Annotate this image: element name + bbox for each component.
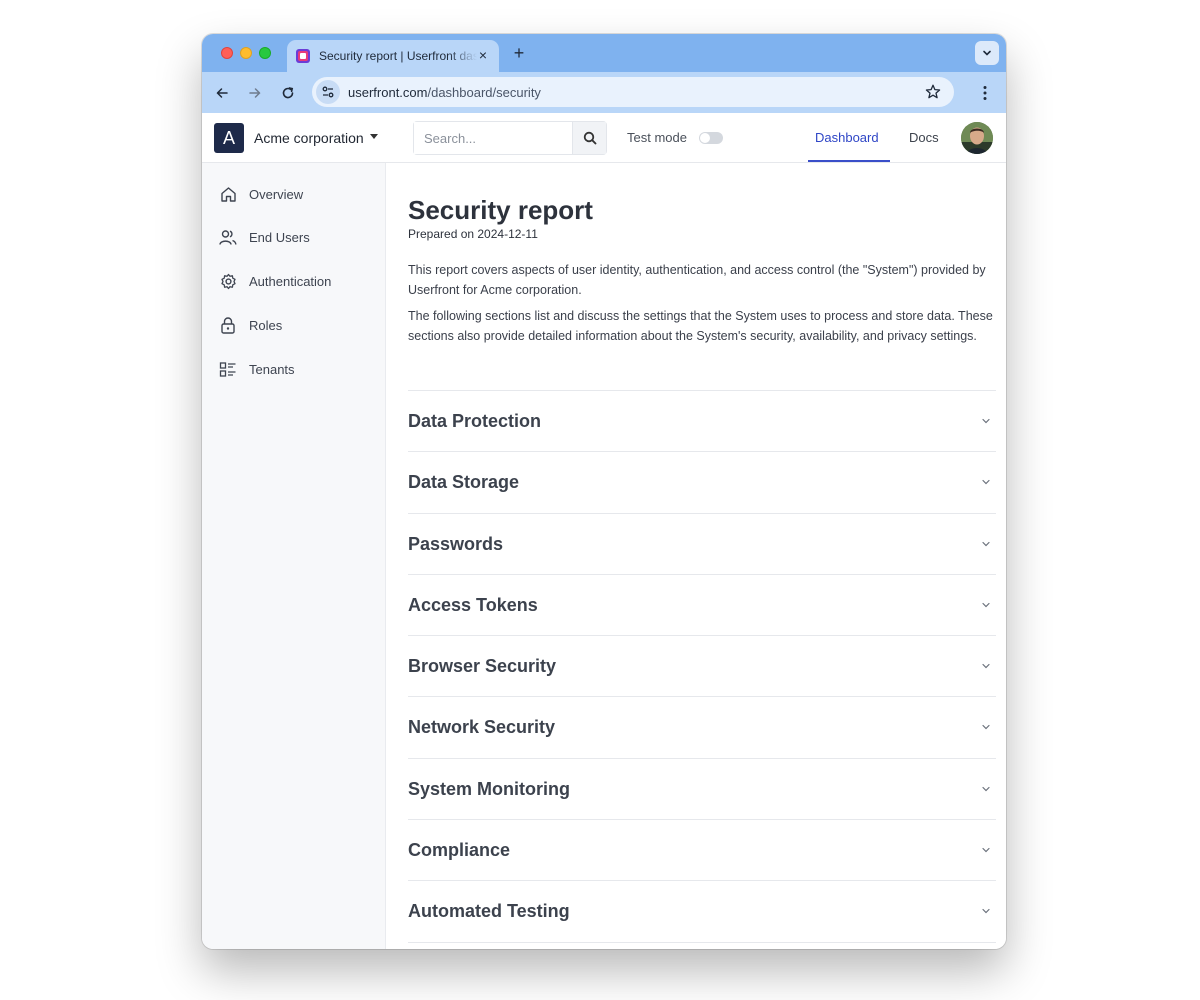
url-path: /dashboard/security bbox=[427, 84, 541, 100]
search-icon bbox=[583, 131, 596, 145]
main-content: Security report Prepared on 2024-12-11 T… bbox=[386, 163, 1006, 949]
accordion-item-compliance[interactable]: Compliance bbox=[408, 820, 996, 882]
back-button[interactable] bbox=[211, 82, 233, 104]
userfront-favicon-icon bbox=[296, 49, 310, 63]
browser-tab-active[interactable]: Security report | Userfront dashboard × bbox=[287, 40, 499, 72]
chevron-down-icon bbox=[982, 786, 990, 792]
browser-window: Security report | Userfront dashboard × … bbox=[202, 34, 1006, 949]
sidebar-item-label: End Users bbox=[249, 229, 310, 245]
kebab-menu-icon bbox=[983, 86, 987, 100]
url-text[interactable]: userfront.com/dashboard/security bbox=[348, 85, 541, 100]
reload-button[interactable] bbox=[277, 82, 299, 104]
sidebar-item-authentication[interactable]: Authentication bbox=[218, 270, 331, 292]
sidebar-item-label: Overview bbox=[249, 186, 304, 202]
accordion-item-browser-security[interactable]: Browser Security bbox=[408, 636, 996, 698]
app-header: A Acme corporation Test mode Dashboard D… bbox=[202, 113, 1006, 163]
nav-docs-link[interactable]: Docs bbox=[909, 130, 939, 145]
accordion-title: Passwords bbox=[408, 533, 504, 554]
forward-button[interactable] bbox=[244, 82, 266, 104]
accordion-item-access-tokens[interactable]: Access Tokens bbox=[408, 575, 996, 637]
sidebar-item-roles[interactable]: Roles bbox=[218, 314, 282, 336]
users-icon bbox=[218, 227, 238, 247]
tune-icon bbox=[322, 86, 334, 98]
search-box bbox=[413, 121, 607, 155]
browser-menu-button[interactable] bbox=[974, 82, 996, 104]
org-avatar[interactable]: A bbox=[214, 123, 244, 153]
chevron-down-icon bbox=[982, 480, 990, 485]
accordion-title: Access Tokens bbox=[408, 594, 538, 615]
home-icon bbox=[218, 184, 238, 204]
chevron-down-icon bbox=[982, 909, 990, 914]
sidebar-item-overview[interactable]: Overview bbox=[218, 183, 303, 205]
accordion-title: Network Security bbox=[408, 717, 556, 738]
accordion-item-passwords[interactable]: Passwords bbox=[408, 514, 996, 575]
maximize-window-button[interactable] bbox=[259, 47, 271, 59]
caret-down-icon[interactable] bbox=[370, 134, 378, 139]
accordion-title: Data Storage bbox=[408, 472, 520, 493]
browser-toolbar: userfront.com/dashboard/security bbox=[202, 72, 1006, 113]
org-switcher[interactable]: Acme corporation bbox=[254, 130, 364, 146]
gear-icon bbox=[218, 271, 238, 291]
accordion-item-system-monitoring[interactable]: System Monitoring bbox=[408, 759, 996, 821]
active-nav-indicator bbox=[808, 160, 890, 162]
accordion-title: Data Protection bbox=[408, 411, 542, 431]
chevron-down-icon bbox=[982, 847, 990, 853]
sections-paragraph: The following sections list and discuss … bbox=[408, 309, 993, 343]
search-input[interactable] bbox=[414, 122, 572, 154]
accordion-title: Browser Security bbox=[408, 656, 557, 677]
chevron-down-icon bbox=[982, 541, 990, 546]
sidebar-item-end-users[interactable]: End Users bbox=[218, 226, 310, 248]
new-tab-button[interactable]: + bbox=[509, 43, 529, 63]
prepared-date: Prepared on 2024-12-11 bbox=[408, 227, 538, 241]
page-title: Security report bbox=[408, 195, 593, 225]
close-window-button[interactable] bbox=[221, 47, 233, 59]
chevron-down-icon bbox=[982, 602, 990, 608]
tenants-list-icon bbox=[218, 359, 238, 379]
accordion-title: System Monitoring bbox=[408, 778, 571, 799]
site-info-button[interactable] bbox=[316, 80, 340, 104]
user-photo-icon bbox=[961, 122, 993, 154]
accordion-item-data-storage[interactable]: Data Storage bbox=[408, 452, 996, 514]
chevron-down-icon bbox=[982, 418, 990, 424]
tab-close-icon[interactable]: × bbox=[475, 47, 491, 63]
accordion-item-automated-testing[interactable]: Automated Testing bbox=[408, 881, 996, 943]
chevron-down-icon bbox=[982, 664, 990, 669]
accordion-title: Compliance bbox=[408, 840, 511, 861]
sidebar: Overview End Users Authentication Roles … bbox=[202, 163, 386, 949]
intro-paragraph: This report covers aspects of user ident… bbox=[408, 263, 986, 297]
tab-strip: Security report | Userfront dashboard × … bbox=[202, 34, 1006, 72]
reload-icon bbox=[282, 87, 294, 99]
sidebar-item-label: Roles bbox=[249, 317, 283, 333]
tab-search-button[interactable] bbox=[975, 41, 999, 65]
accordion-title: Automated Testing bbox=[408, 901, 570, 922]
nav-dashboard-link[interactable]: Dashboard bbox=[815, 130, 879, 145]
sidebar-item-label: Authentication bbox=[249, 273, 332, 289]
arrow-left-icon bbox=[216, 88, 228, 98]
chevron-down-icon bbox=[982, 725, 990, 730]
sidebar-item-label: Tenants bbox=[249, 361, 295, 377]
lock-icon bbox=[218, 315, 238, 335]
accordion: Data Protection Data Storage Passwords A… bbox=[408, 391, 996, 943]
bookmark-star-icon[interactable] bbox=[924, 83, 942, 101]
test-mode-toggle[interactable] bbox=[699, 132, 723, 144]
user-avatar[interactable] bbox=[961, 122, 993, 154]
test-mode-label: Test mode bbox=[627, 130, 687, 145]
tab-title: Security report | Userfront dashboard bbox=[319, 49, 477, 63]
url-host: userfront.com bbox=[348, 84, 428, 100]
chevron-down-icon bbox=[983, 50, 991, 56]
minimize-window-button[interactable] bbox=[240, 47, 252, 59]
address-bar[interactable]: userfront.com/dashboard/security bbox=[312, 77, 954, 107]
arrow-right-icon bbox=[249, 88, 261, 98]
accordion-item-network-security[interactable]: Network Security bbox=[408, 697, 996, 759]
sidebar-item-tenants[interactable]: Tenants bbox=[218, 358, 295, 380]
accordion-item-data-protection[interactable]: Data Protection bbox=[408, 391, 996, 453]
search-button[interactable] bbox=[572, 122, 606, 154]
